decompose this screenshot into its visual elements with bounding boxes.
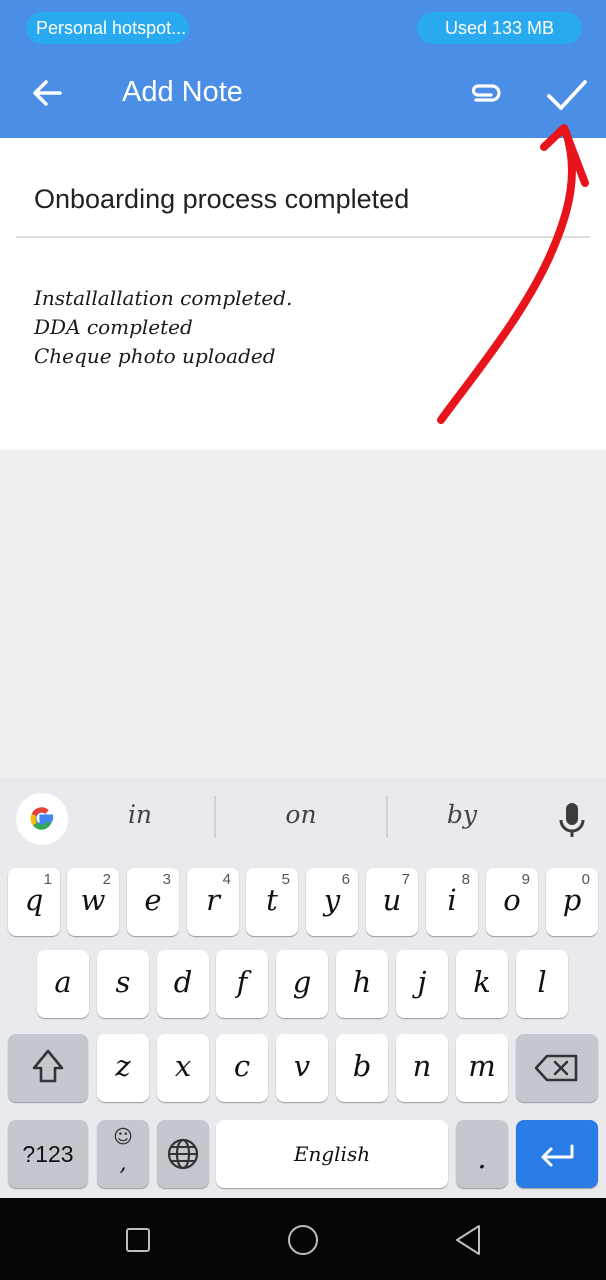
key-l[interactable]: l bbox=[516, 950, 568, 1018]
emoji-comma-key[interactable]: ☺ , bbox=[97, 1120, 149, 1188]
key-y[interactable]: y6 bbox=[306, 868, 358, 936]
title-divider bbox=[16, 236, 590, 238]
note-title-input[interactable]: Onboarding process completed bbox=[34, 184, 409, 215]
attach-button[interactable] bbox=[462, 72, 508, 118]
key-n[interactable]: n bbox=[396, 1034, 448, 1102]
period-key[interactable]: . bbox=[456, 1120, 508, 1188]
key-d[interactable]: d bbox=[157, 950, 209, 1018]
back-nav-icon[interactable] bbox=[452, 1223, 484, 1257]
key-o[interactable]: o9 bbox=[486, 868, 538, 936]
save-button[interactable] bbox=[540, 68, 594, 122]
key-r[interactable]: r4 bbox=[187, 868, 239, 936]
key-p[interactable]: p0 bbox=[546, 868, 598, 936]
hotspot-status-pill[interactable]: Personal hotspot... bbox=[26, 12, 189, 44]
symbols-key[interactable]: ?123 bbox=[8, 1120, 88, 1188]
backspace-icon bbox=[534, 1054, 578, 1082]
status-bar: Personal hotspot... Used 133 MB bbox=[0, 0, 606, 46]
suggestion-strip: in on by bbox=[0, 778, 606, 860]
suggestion-1[interactable]: in bbox=[80, 800, 200, 829]
key-g[interactable]: g bbox=[276, 950, 328, 1018]
suggestion-3[interactable]: by bbox=[402, 800, 522, 829]
google-icon[interactable] bbox=[16, 793, 68, 845]
key-c[interactable]: c bbox=[216, 1034, 268, 1102]
backspace-key[interactable] bbox=[516, 1034, 598, 1102]
key-u[interactable]: u7 bbox=[366, 868, 418, 936]
arrow-left-icon bbox=[33, 80, 62, 106]
globe-icon bbox=[167, 1138, 199, 1170]
page-title: Add Note bbox=[122, 76, 243, 108]
enter-key[interactable] bbox=[516, 1120, 598, 1188]
suggestion-separator bbox=[214, 796, 216, 838]
recent-apps-icon[interactable] bbox=[124, 1226, 152, 1254]
key-m[interactable]: m bbox=[456, 1034, 508, 1102]
shift-key[interactable] bbox=[8, 1034, 88, 1102]
data-usage-pill[interactable]: Used 133 MB bbox=[417, 12, 582, 44]
microphone-icon[interactable] bbox=[555, 800, 589, 840]
suggestion-separator bbox=[386, 796, 388, 838]
key-j[interactable]: j bbox=[396, 950, 448, 1018]
key-a[interactable]: a bbox=[37, 950, 89, 1018]
shift-icon bbox=[32, 1049, 64, 1083]
language-key[interactable] bbox=[157, 1120, 209, 1188]
home-icon[interactable] bbox=[286, 1223, 320, 1257]
system-nav-bar bbox=[0, 1198, 606, 1280]
key-q[interactable]: q1 bbox=[8, 868, 60, 936]
suggestion-2[interactable]: on bbox=[241, 800, 361, 829]
key-w[interactable]: w2 bbox=[67, 868, 119, 936]
key-v[interactable]: v bbox=[276, 1034, 328, 1102]
soft-keyboard: in on by q1 w2 e3 r4 t5 y6 u7 i8 o9 p0 a… bbox=[0, 778, 606, 1198]
key-f[interactable]: f bbox=[216, 950, 268, 1018]
key-k[interactable]: k bbox=[456, 950, 508, 1018]
key-e[interactable]: e3 bbox=[127, 868, 179, 936]
space-key[interactable]: English bbox=[216, 1120, 448, 1188]
key-b[interactable]: b bbox=[336, 1034, 388, 1102]
paperclip-icon bbox=[471, 84, 501, 102]
back-button[interactable] bbox=[24, 70, 70, 116]
check-icon bbox=[547, 80, 587, 110]
app-bar: Add Note bbox=[0, 46, 606, 138]
note-editor: Onboarding process completed Installalla… bbox=[0, 138, 606, 450]
enter-icon bbox=[541, 1144, 574, 1167]
key-z[interactable]: z bbox=[97, 1034, 149, 1102]
key-x[interactable]: x bbox=[157, 1034, 209, 1102]
key-t[interactable]: t5 bbox=[246, 868, 298, 936]
key-i[interactable]: i8 bbox=[426, 868, 478, 936]
key-s[interactable]: s bbox=[97, 950, 149, 1018]
key-h[interactable]: h bbox=[336, 950, 388, 1018]
note-body-input[interactable]: Installallation completed. DDA completed… bbox=[34, 284, 292, 371]
